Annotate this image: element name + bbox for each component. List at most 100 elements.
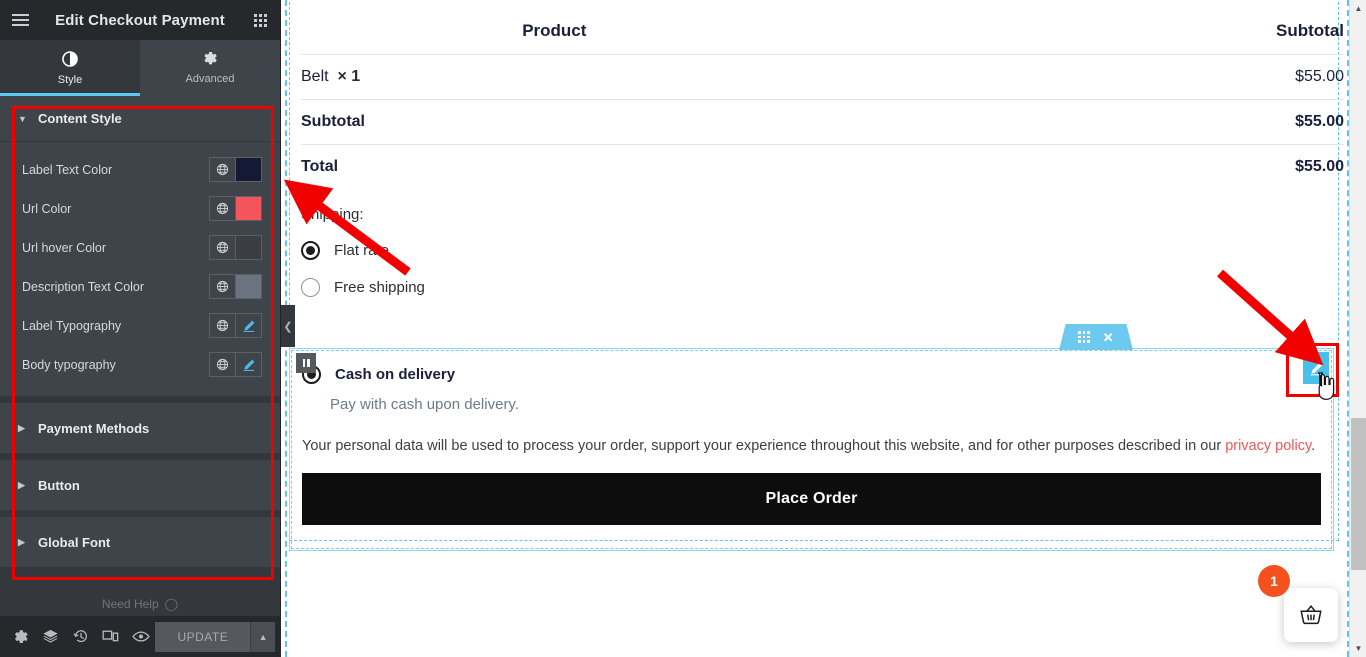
- pencil-edit-icon[interactable]: [1303, 352, 1329, 384]
- pencil-icon[interactable]: [235, 352, 262, 377]
- scroll-down-arrow-icon[interactable]: ▼: [1350, 640, 1366, 657]
- control-label: Url hover Color: [22, 240, 107, 255]
- section-title: Payment Methods: [38, 420, 150, 436]
- globe-icon[interactable]: [209, 235, 235, 260]
- section-header-payment-methods[interactable]: ▶ Payment Methods: [0, 403, 280, 453]
- control-label: Label Typography: [22, 318, 122, 333]
- preview-eye-icon[interactable]: [126, 616, 156, 657]
- apps-grid-icon[interactable]: [240, 0, 280, 40]
- section-title: Content Style: [38, 111, 122, 126]
- control-url-hover-color: Url hover Color: [0, 228, 280, 267]
- navigator-layers-icon[interactable]: [36, 616, 66, 657]
- control-url-color: Url Color: [0, 189, 280, 228]
- payment-method-row[interactable]: Cash on delivery: [302, 365, 1321, 384]
- product-name: Belt: [301, 68, 329, 85]
- need-help-row[interactable]: Need Help ◯: [0, 597, 280, 611]
- control-label: Description Text Color: [22, 279, 145, 294]
- table-header-row: Product Subtotal: [301, 8, 1344, 55]
- tab-style[interactable]: Style: [0, 40, 140, 96]
- section-header-global-font[interactable]: ▶ Global Font: [0, 517, 280, 567]
- section-header-button[interactable]: ▶ Button: [0, 460, 280, 510]
- scrollbar-thumb[interactable]: [1351, 418, 1366, 570]
- tab-advanced[interactable]: Advanced: [140, 40, 280, 96]
- pencil-icon[interactable]: [235, 313, 262, 338]
- color-swatch[interactable]: [235, 157, 262, 182]
- shipping-option-label: Flat rate: [334, 242, 390, 259]
- globe-icon[interactable]: [209, 274, 235, 299]
- typography-control: [209, 313, 262, 338]
- history-revisions-icon[interactable]: [66, 616, 96, 657]
- shipping-option-flat-rate[interactable]: Flat rate: [301, 241, 1344, 260]
- privacy-policy-text: Your personal data will be used to proce…: [302, 435, 1321, 457]
- order-review-table: Product Subtotal Belt × 1 $55.00 Subtota…: [301, 8, 1344, 189]
- tab-style-label: Style: [57, 73, 83, 86]
- shipping-title: Shipping:: [301, 206, 364, 223]
- typography-control: [209, 352, 262, 377]
- color-swatch[interactable]: [235, 196, 262, 221]
- settings-gear-icon[interactable]: [6, 616, 36, 657]
- control-description-text-color: Description Text Color: [0, 267, 280, 306]
- checkout-payment-widget[interactable]: Cash on delivery Pay with cash upon deli…: [289, 348, 1334, 551]
- subtotal-label: Subtotal: [301, 99, 808, 145]
- control-body-typography: Body typography: [0, 345, 280, 384]
- radio-flat-rate[interactable]: [301, 241, 320, 260]
- control-label: Label Text Color: [22, 162, 113, 177]
- checkout-content: Product Subtotal Belt × 1 $55.00 Subtota…: [301, 8, 1344, 297]
- table-row: Belt × 1 $55.00: [301, 54, 1344, 100]
- shipping-option-label: Free shipping: [334, 279, 425, 296]
- elementor-editor-screen: Edit Checkout Payment Style Advanced ▼ C…: [0, 0, 1366, 657]
- widget-toolbar[interactable]: ✕: [1059, 324, 1133, 350]
- close-x-icon[interactable]: ✕: [1103, 331, 1114, 344]
- help-circle-icon: ◯: [164, 597, 179, 611]
- shopping-basket-icon: [1300, 605, 1322, 625]
- contrast-half-circle-icon: [62, 50, 78, 70]
- update-button[interactable]: UPDATE: [155, 621, 251, 652]
- section-header-content-style[interactable]: ▼ Content Style: [0, 96, 280, 142]
- place-order-button[interactable]: Place Order: [302, 473, 1321, 526]
- globe-icon[interactable]: [209, 196, 235, 221]
- section-title: Global Font: [38, 534, 111, 550]
- control-label-text-color: Label Text Color: [0, 150, 280, 189]
- cart-button[interactable]: [1284, 588, 1338, 642]
- shipping-option-free-shipping[interactable]: Free shipping: [301, 278, 1344, 297]
- product-cell: Belt × 1: [301, 54, 808, 100]
- column-handle-icon[interactable]: [296, 353, 316, 373]
- canvas-scrollbar[interactable]: ▲ ▼: [1349, 0, 1366, 657]
- menu-icon[interactable]: [0, 0, 40, 40]
- subtotal-value: $55.00: [807, 99, 1344, 145]
- table-row-total: Total $55.00: [301, 145, 1344, 190]
- product-subtotal: $55.00: [807, 54, 1344, 100]
- need-help-label: Need Help: [101, 597, 159, 611]
- tab-advanced-label: Advanced: [185, 73, 235, 85]
- color-control: [209, 196, 262, 221]
- responsive-preview-icon[interactable]: [96, 616, 126, 657]
- globe-icon[interactable]: [209, 313, 235, 338]
- chevron-right-icon: ▶: [18, 479, 25, 490]
- color-swatch[interactable]: [235, 274, 262, 299]
- panel-header: Edit Checkout Payment: [0, 0, 280, 40]
- preview-canvas: Product Subtotal Belt × 1 $55.00 Subtota…: [281, 0, 1366, 657]
- color-control: [209, 157, 262, 182]
- privacy-text-after: .: [1311, 438, 1316, 454]
- payment-method-description: Pay with cash upon delivery.: [330, 396, 519, 413]
- panel-scroll-area[interactable]: ▼ Content Style Label Text Color Url Col…: [0, 96, 280, 616]
- panel-footer: UPDATE ▲: [0, 616, 281, 657]
- chevron-right-icon: ▶: [18, 422, 25, 433]
- privacy-text-before: Your personal data will be used to proce…: [302, 438, 1226, 454]
- privacy-policy-link[interactable]: privacy policy: [1225, 438, 1311, 454]
- chevron-up-icon[interactable]: ▲: [250, 621, 275, 652]
- globe-icon[interactable]: [209, 352, 235, 377]
- section-body-content-style: Label Text Color Url Color Url hover Col…: [0, 142, 280, 396]
- radio-free-shipping[interactable]: [301, 278, 320, 297]
- chevron-right-icon: ▶: [18, 536, 25, 547]
- globe-icon[interactable]: [209, 157, 235, 182]
- column-header-product: Product: [301, 8, 808, 55]
- scroll-up-arrow-icon[interactable]: ▲: [1350, 0, 1366, 17]
- drag-dots-icon[interactable]: [1078, 331, 1090, 343]
- control-label: Url Color: [22, 201, 72, 216]
- section-title: Button: [38, 477, 80, 493]
- color-swatch[interactable]: [235, 235, 262, 260]
- panel-collapse-handle[interactable]: ❮: [281, 305, 295, 347]
- panel-tabs: Style Advanced: [0, 40, 280, 96]
- column-header-subtotal: Subtotal: [807, 8, 1344, 55]
